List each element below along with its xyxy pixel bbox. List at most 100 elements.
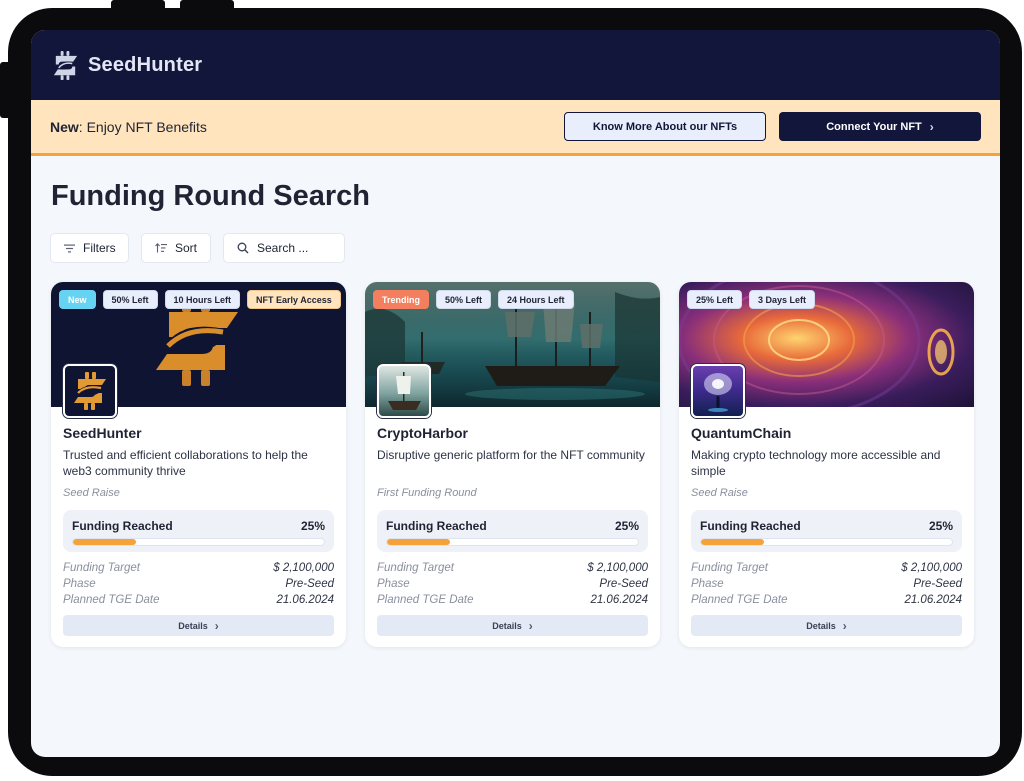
search-input[interactable] xyxy=(257,241,337,255)
tge-date-row: Planned TGE Date 21.06.2024 xyxy=(691,592,962,608)
funding-details: Funding Target $ 2,100,000 Phase Pre-See… xyxy=(63,560,334,608)
badge-allocation-left: 50% Left xyxy=(436,290,492,309)
meta-value: $ 2,100,000 xyxy=(273,562,334,574)
card-body: SeedHunter Trusted and efficient collabo… xyxy=(51,407,346,636)
progress-track xyxy=(700,538,953,546)
funding-target-row: Funding Target $ 2,100,000 xyxy=(63,560,334,576)
phase-row: Phase Pre-Seed xyxy=(691,576,962,592)
project-avatar xyxy=(63,364,117,418)
funding-card-seedhunter[interactable]: New 50% Left 10 Hours Left NFT Early Acc… xyxy=(51,282,346,647)
project-description: Making crypto technology more accessible… xyxy=(691,448,941,478)
chevron-right-icon: › xyxy=(528,618,533,633)
meta-value: $ 2,100,000 xyxy=(587,562,648,574)
funding-percent: 25% xyxy=(928,519,953,533)
badge-nft-early-access: NFT Early Access xyxy=(247,290,341,309)
funding-progress: Funding Reached 25% xyxy=(691,510,962,552)
card-body: QuantumChain Making crypto technology mo… xyxy=(679,407,974,636)
search-toolbar: Filters Sort xyxy=(50,233,1000,263)
meta-label: Funding Target xyxy=(63,562,140,574)
progress-fill xyxy=(701,539,764,545)
tge-date-row: Planned TGE Date 21.06.2024 xyxy=(377,592,648,608)
top-navigation-bar: SeedHunter xyxy=(31,30,1000,100)
funding-target-row: Funding Target $ 2,100,000 xyxy=(377,560,648,576)
seedhunter-avatar-icon xyxy=(74,372,106,410)
chevron-right-icon: › xyxy=(842,618,847,633)
funding-round-type: First Funding Round xyxy=(377,487,477,499)
meta-label: Phase xyxy=(377,578,410,590)
meta-label: Planned TGE Date xyxy=(63,594,160,606)
meta-label: Phase xyxy=(691,578,724,590)
app-screen: SeedHunter New: Enjoy NFT Benefits Know … xyxy=(31,30,1000,757)
project-description: Trusted and efficient collaborations to … xyxy=(63,448,308,478)
funding-round-type: Seed Raise xyxy=(691,487,748,499)
details-button[interactable]: Details › xyxy=(691,615,962,636)
seedhunter-logo-icon xyxy=(53,50,78,80)
search-icon xyxy=(237,242,249,254)
funding-percent: 25% xyxy=(614,519,639,533)
badge-allocation-left: 25% Left xyxy=(687,290,743,309)
card-badges: Trending 50% Left 24 Hours Left xyxy=(373,290,574,309)
tge-date-row: Planned TGE Date 21.06.2024 xyxy=(63,592,334,608)
badge-time-left: 3 Days Left xyxy=(749,290,816,309)
phase-row: Phase Pre-Seed xyxy=(377,576,648,592)
badge-new: New xyxy=(59,290,96,309)
meta-label: Funding Target xyxy=(691,562,768,574)
meta-label: Phase xyxy=(63,578,96,590)
details-label: Details xyxy=(806,620,836,631)
card-body: CryptoHarbor Disruptive generic platform… xyxy=(365,407,660,636)
funding-details: Funding Target $ 2,100,000 Phase Pre-See… xyxy=(377,560,648,608)
nft-benefits-banner: New: Enjoy NFT Benefits Know More About … xyxy=(31,100,1000,156)
details-label: Details xyxy=(178,620,208,631)
progress-fill xyxy=(387,539,450,545)
meta-value: Pre-Seed xyxy=(285,578,334,590)
card-badges: New 50% Left 10 Hours Left NFT Early Acc… xyxy=(59,290,341,309)
funding-card-quantumchain[interactable]: 25% Left 3 Days Left QuantumChain Making… xyxy=(679,282,974,647)
badge-time-left: 10 Hours Left xyxy=(164,290,241,309)
funding-details: Funding Target $ 2,100,000 Phase Pre-See… xyxy=(691,560,962,608)
badge-time-left: 24 Hours Left xyxy=(498,290,574,309)
card-badges: 25% Left 3 Days Left xyxy=(687,290,816,309)
funding-round-type: Seed Raise xyxy=(63,487,120,499)
chevron-right-icon: › xyxy=(214,618,219,633)
meta-value: Pre-Seed xyxy=(913,578,962,590)
banner-message: New: Enjoy NFT Benefits xyxy=(50,119,207,135)
search-box[interactable] xyxy=(223,233,345,263)
know-more-nfts-button[interactable]: Know More About our NFTs xyxy=(564,112,766,141)
portal-avatar-icon xyxy=(704,373,732,412)
funding-reached-label: Funding Reached xyxy=(72,519,173,533)
filter-lines-icon xyxy=(64,244,75,252)
meta-value: 21.06.2024 xyxy=(590,594,648,606)
details-label: Details xyxy=(492,620,522,631)
know-more-label: Know More About our NFTs xyxy=(592,120,738,133)
project-description: Disruptive generic platform for the NFT … xyxy=(377,448,645,462)
funding-card-cryptoharbor[interactable]: Trending 50% Left 24 Hours Left CryptoHa… xyxy=(365,282,660,647)
meta-label: Funding Target xyxy=(377,562,454,574)
filters-label: Filters xyxy=(83,241,116,255)
connect-nft-button[interactable]: Connect Your NFT › xyxy=(779,112,981,141)
chevron-right-icon: › xyxy=(929,119,934,134)
progress-track xyxy=(386,538,639,546)
project-name: CryptoHarbor xyxy=(377,425,469,441)
funding-progress: Funding Reached 25% xyxy=(63,510,334,552)
details-button[interactable]: Details › xyxy=(377,615,648,636)
meta-value: Pre-Seed xyxy=(599,578,648,590)
details-button[interactable]: Details › xyxy=(63,615,334,636)
project-avatar xyxy=(691,364,745,418)
phase-row: Phase Pre-Seed xyxy=(63,576,334,592)
app-logo[interactable]: SeedHunter xyxy=(50,50,202,81)
meta-value: $ 2,100,000 xyxy=(901,562,962,574)
connect-label: Connect Your NFT xyxy=(826,120,922,133)
funding-target-row: Funding Target $ 2,100,000 xyxy=(691,560,962,576)
filters-button[interactable]: Filters xyxy=(50,233,129,263)
sort-button[interactable]: Sort xyxy=(141,233,211,263)
page-title: Funding Round Search xyxy=(51,180,370,212)
sort-icon xyxy=(155,243,167,253)
sort-label: Sort xyxy=(175,241,198,255)
badge-allocation-left: 50% Left xyxy=(102,290,158,309)
meta-value: 21.06.2024 xyxy=(276,594,334,606)
meta-value: 21.06.2024 xyxy=(904,594,962,606)
funding-reached-label: Funding Reached xyxy=(700,519,801,533)
banner-new-label: New xyxy=(50,118,79,135)
funding-round-cards: New 50% Left 10 Hours Left NFT Early Acc… xyxy=(51,282,1000,647)
meta-label: Planned TGE Date xyxy=(691,594,788,606)
